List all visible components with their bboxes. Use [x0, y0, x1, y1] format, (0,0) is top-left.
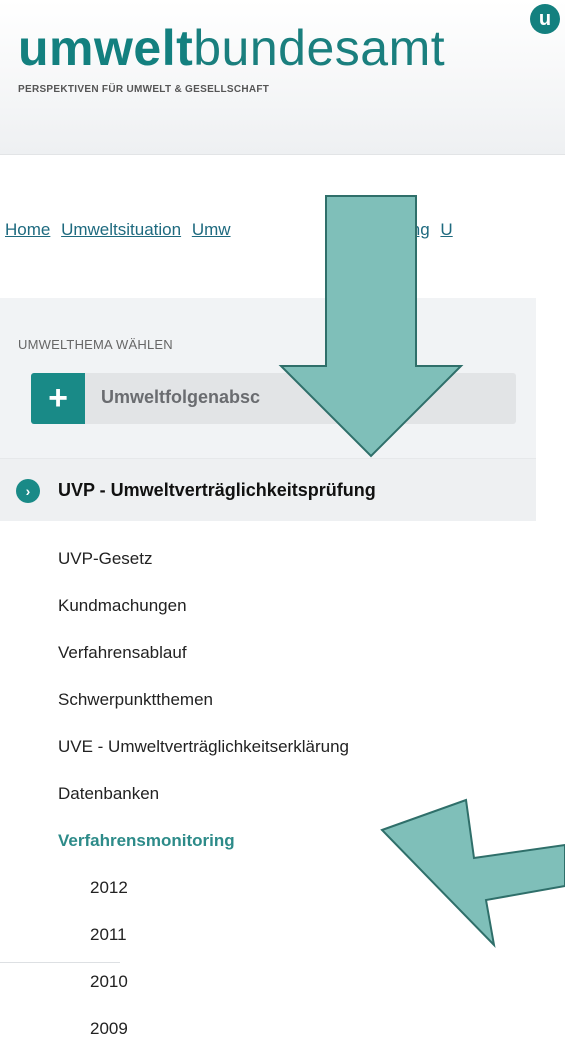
breadcrumb-umweltsituation[interactable]: Umweltsituation [61, 220, 181, 239]
site-logo[interactable]: umweltbundesamt [18, 18, 445, 78]
current-section-row[interactable]: › UVP - Umweltverträglichkeitsprüfung [0, 458, 536, 521]
site-tagline: PERSPEKTIVEN FÜR UMWELT & GESELLSCHAFT [18, 84, 270, 95]
nav-item-schwerpunktthemen[interactable]: Schwerpunktthemen [58, 690, 213, 710]
nav-item-datenbanken[interactable]: Datenbanken [58, 784, 159, 804]
current-section-label: UVP - Umweltverträglichkeitsprüfung [58, 480, 376, 500]
panel-edge [0, 962, 120, 963]
year-link-2010[interactable]: 2010 [90, 972, 128, 992]
logo-text-light: bundesamt [193, 20, 446, 76]
year-link-2012[interactable]: 2012 [90, 878, 128, 898]
logo-text-bold: umwelt [18, 20, 194, 76]
topic-panel: UMWELTHEMA WÄHLEN + Umweltfolgenabsc › U… [0, 298, 536, 521]
left-arrow-annotation [380, 798, 565, 949]
plus-icon[interactable]: + [31, 373, 85, 424]
chevron-right-icon: › [16, 479, 40, 503]
topic-select[interactable]: + Umweltfolgenabsc [31, 373, 516, 424]
breadcrumb-home[interactable]: Home [5, 220, 50, 239]
breadcrumb-next[interactable]: U [440, 220, 452, 239]
breadcrumb: Home Umweltsituation Umw abschätzung U [5, 220, 565, 240]
year-link-2009[interactable]: 2009 [90, 1019, 128, 1039]
site-header: umweltbundesamt u PERSPEKTIVEN FÜR UMWEL… [0, 0, 565, 155]
panel-title: UMWELTHEMA WÄHLEN [18, 337, 173, 352]
nav-item-uve[interactable]: UVE - Umweltverträglichkeitserklärung [58, 737, 349, 757]
header-divider [0, 154, 565, 155]
year-link-2011[interactable]: 2011 [90, 925, 127, 945]
breadcrumb-abschaetzung[interactable]: abschätzung [333, 220, 429, 239]
topic-select-label: Umweltfolgenabsc [101, 387, 261, 407]
nav-item-verfahrensablauf[interactable]: Verfahrensablauf [58, 643, 187, 663]
nav-item-uvp-gesetz[interactable]: UVP-Gesetz [58, 549, 152, 569]
logo-badge-icon: u [530, 4, 560, 34]
breadcrumb-umw[interactable]: Umw [192, 220, 231, 239]
nav-item-kundmachungen[interactable]: Kundmachungen [58, 596, 187, 616]
nav-item-verfahrensmonitoring[interactable]: Verfahrensmonitoring [58, 831, 235, 851]
